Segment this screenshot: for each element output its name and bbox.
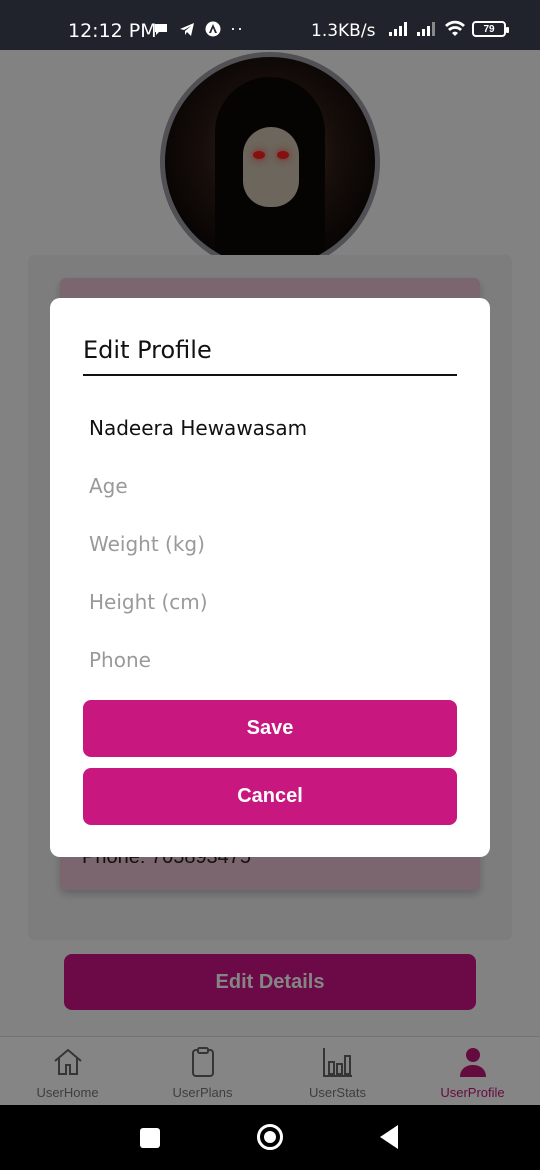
more-notifications-icon: ·· (230, 18, 244, 38)
wifi-icon (445, 20, 465, 36)
cancel-button[interactable]: Cancel (83, 768, 457, 825)
status-time: 12:12 PM (68, 20, 157, 42)
name-field[interactable] (89, 408, 449, 448)
network-speed: 1.3KB/s (311, 21, 376, 41)
recents-button[interactable] (140, 1128, 160, 1148)
signal-icon (417, 22, 435, 36)
notification-icons (152, 20, 222, 38)
weight-field[interactable] (89, 524, 449, 564)
telegram-icon (178, 20, 196, 38)
save-button[interactable]: Save (83, 700, 457, 757)
battery-icon: 79 (472, 21, 509, 37)
dialog-title: Edit Profile (83, 336, 212, 364)
age-field[interactable] (89, 466, 449, 506)
system-status-icons: 79 (388, 20, 509, 38)
app-icon (204, 20, 222, 38)
system-nav-bar (0, 1105, 540, 1170)
phone-field[interactable] (89, 640, 449, 680)
status-bar: 12:12 PM ·· 1.3KB/s 79 (0, 0, 540, 50)
chat-icon (152, 20, 170, 38)
home-button[interactable] (257, 1124, 283, 1150)
back-button[interactable] (380, 1125, 398, 1149)
height-field[interactable] (89, 582, 449, 622)
edit-profile-dialog: Edit Profile Save Cancel (50, 298, 490, 857)
signal-icon (389, 22, 407, 36)
title-divider (83, 374, 457, 376)
